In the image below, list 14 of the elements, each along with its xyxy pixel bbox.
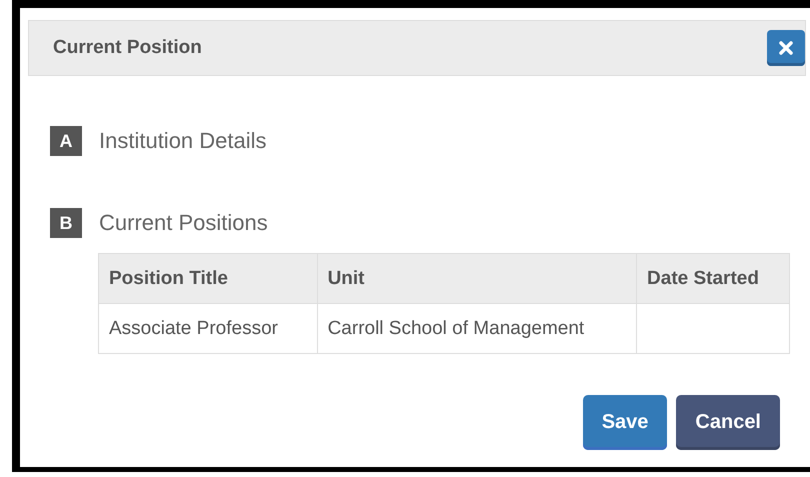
cancel-button[interactable]: Cancel	[676, 395, 780, 450]
close-button[interactable]	[767, 30, 805, 66]
table-cell: Carroll School of Management	[317, 304, 637, 354]
section-title: Current Positions	[99, 210, 268, 236]
column-header: Position Title	[98, 254, 318, 304]
save-button[interactable]: Save	[582, 395, 668, 450]
section-letter: B	[50, 208, 82, 238]
section-letter: A	[50, 126, 82, 156]
column-header: Date Started	[636, 254, 790, 304]
table-cell: Associate Professor	[98, 304, 318, 354]
close-icon	[779, 41, 793, 55]
section-title: Institution Details	[99, 128, 267, 154]
column-header: Unit	[317, 254, 637, 304]
dialog-title: Current Position	[53, 37, 202, 59]
